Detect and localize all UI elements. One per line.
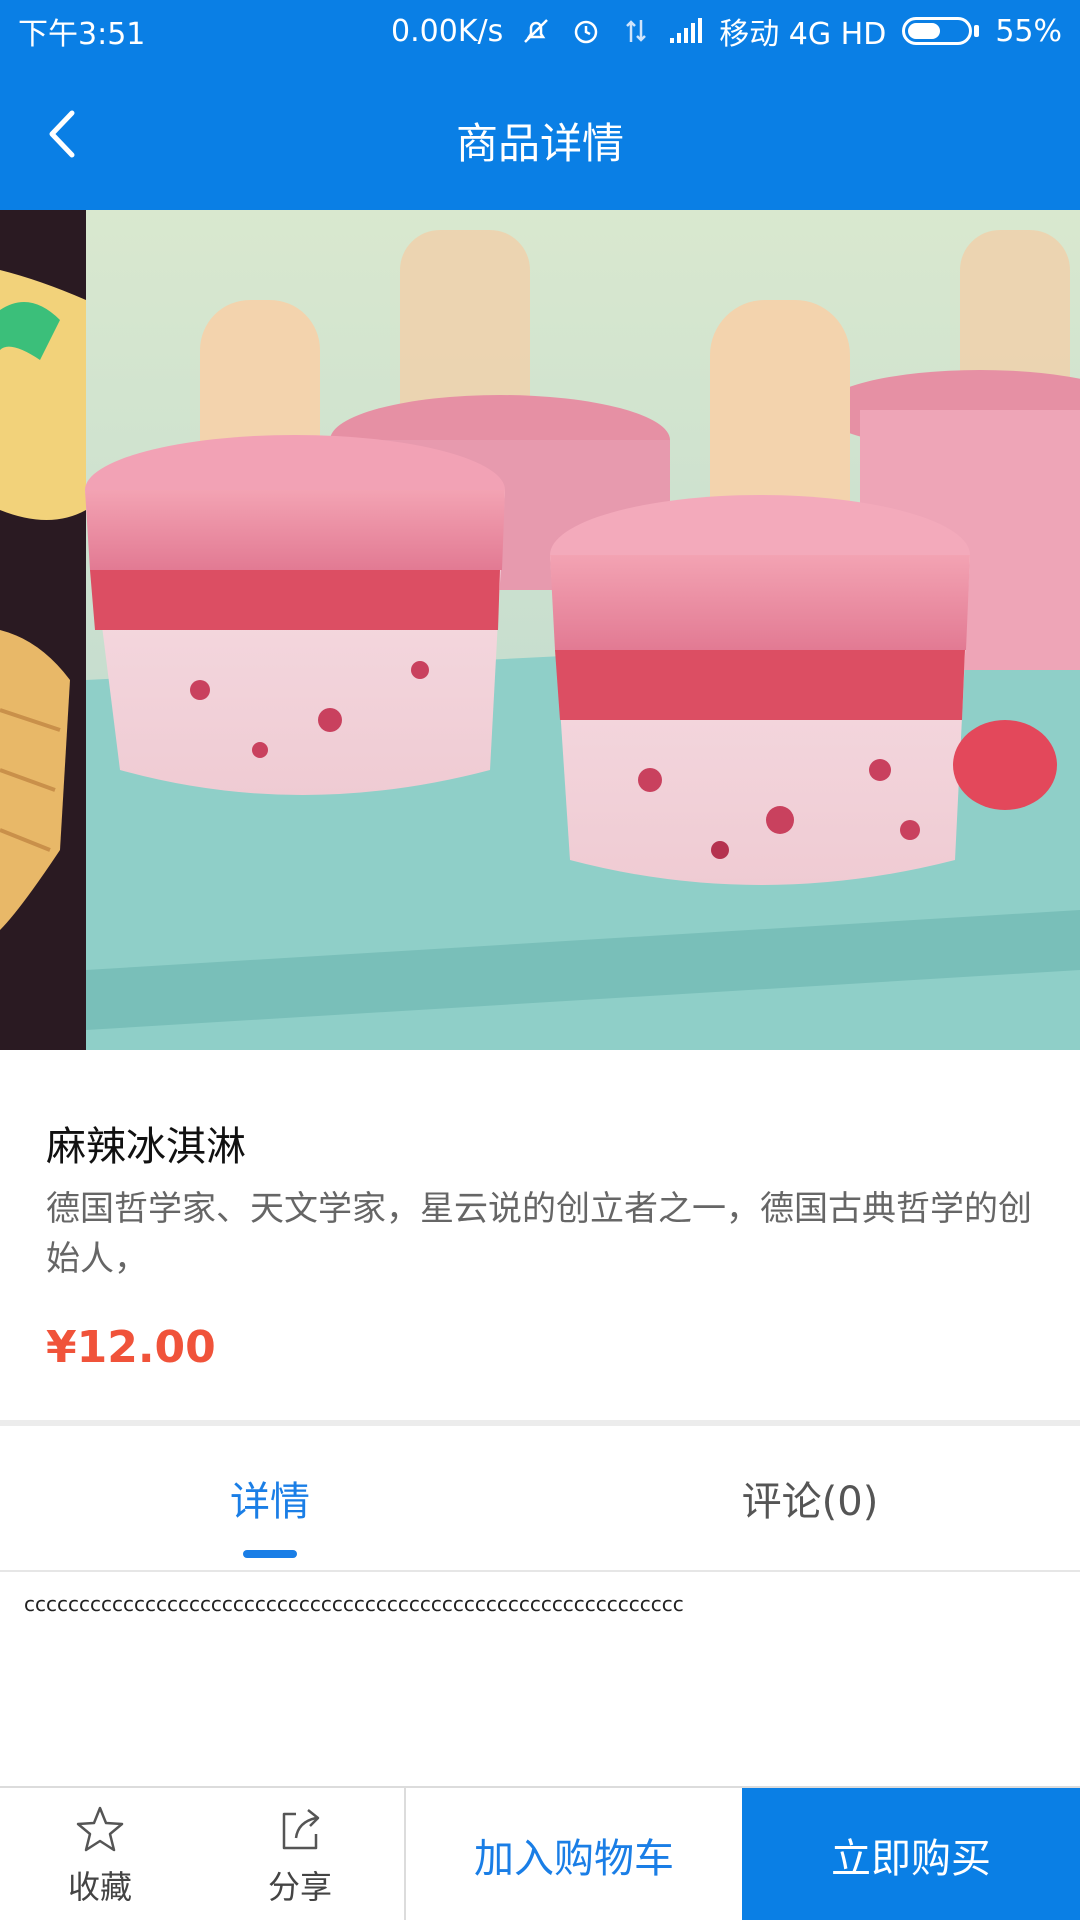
battery-icon (902, 17, 980, 45)
product-info: 麻辣冰淇淋 德国哲学家、天文学家，星云说的创立者之一，德国古典哲学的创始人， ¥… (0, 1050, 1080, 1420)
favorite-label: 收藏 (67, 1868, 132, 1906)
page-title: 商品详情 (455, 119, 624, 168)
details-content: cccccccccccccccccccccccccccccccccccccccc… (24, 1592, 684, 1616)
carrier-label: 移动 4G HD (719, 17, 887, 52)
product-price: ¥12.00 (46, 1322, 216, 1373)
signal-icon (669, 14, 703, 48)
detail-tabs: 详情 评论(0) (0, 1426, 1080, 1572)
buy-now-button[interactable]: 立即购买 (742, 1788, 1080, 1920)
alarm-icon (569, 14, 603, 48)
tab-details[interactable]: 详情 (0, 1426, 540, 1570)
share-label: 分享 (267, 1868, 332, 1906)
star-icon (76, 1806, 124, 1852)
mute-bell-icon (519, 14, 553, 48)
status-bar: 下午3:51 0.00K/s 移动 4G HD 55% (0, 0, 1080, 62)
product-description: 德国哲学家、天文学家，星云说的创立者之一，德国古典哲学的创始人， (46, 1189, 1032, 1279)
product-name: 麻辣冰淇淋 (46, 1124, 246, 1170)
tab-comments[interactable]: 评论(0) (540, 1426, 1080, 1570)
tab-active-indicator (243, 1550, 297, 1558)
share-icon (282, 1809, 320, 1850)
data-transfer-icon (619, 14, 653, 48)
product-image (0, 210, 1080, 1050)
app-bar: 商品详情 (0, 62, 1080, 210)
status-indicators: 0.00K/s 移动 4G HD 55% (391, 9, 1062, 53)
share-button[interactable]: 分享 (220, 1788, 380, 1920)
favorite-button[interactable]: 收藏 (20, 1788, 180, 1920)
network-speed: 0.00K/s (391, 13, 504, 49)
add-to-cart-button[interactable]: 加入购物车 (406, 1788, 742, 1920)
bottom-action-bar: 收藏 分享 加入购物车 立即购买 (0, 1786, 1080, 1920)
status-time: 下午3:51 (18, 17, 146, 52)
battery-percent: 55% (995, 13, 1062, 49)
product-image-carousel[interactable] (0, 210, 1080, 1050)
